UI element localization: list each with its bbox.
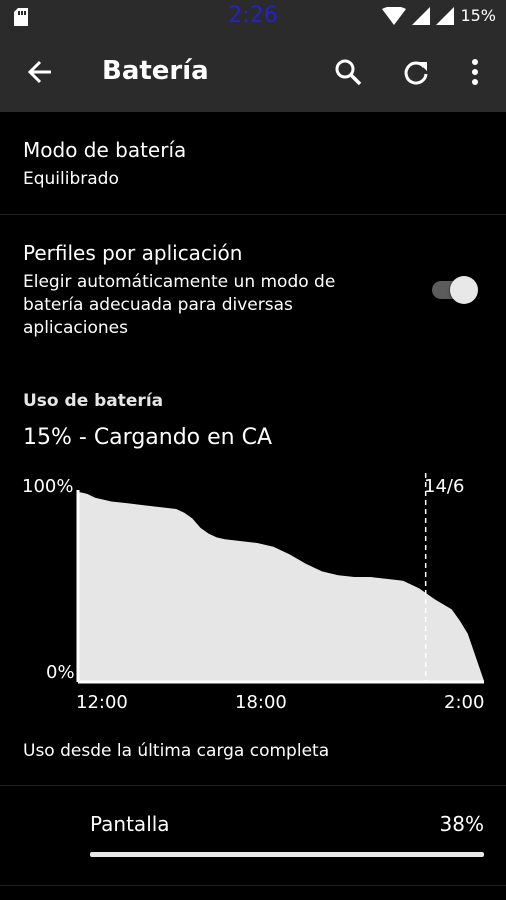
battery-status: 15% - Cargando en CA: [23, 425, 273, 450]
usage-since-label: Uso desde la última carga completa: [23, 741, 330, 761]
signal-icon-2: [436, 6, 455, 25]
battery-percent: 15%: [460, 6, 496, 25]
x-tick-200: 2:00: [444, 692, 484, 713]
wifi-icon: [382, 6, 407, 25]
status-indicators: 15%: [382, 6, 496, 25]
date-marker-label: 14/6: [424, 476, 464, 497]
battery-mode-value: Equilibrado: [23, 169, 119, 189]
app-profiles-setting[interactable]: Perfiles por aplicación Elegir automátic…: [23, 241, 403, 340]
y-tick-100: 100%: [22, 476, 73, 497]
battery-level-area: [79, 492, 484, 681]
x-tick-1800: 18:00: [235, 692, 287, 713]
refresh-icon[interactable]: [402, 58, 430, 86]
status-bar: 2:26 15%: [0, 0, 506, 36]
more-vert-icon[interactable]: [466, 58, 484, 86]
usage-item-bar: [90, 852, 484, 857]
usage-item-value: 38%: [439, 812, 484, 836]
app-profiles-description: Elegir automáticamente un modo de baterí…: [23, 272, 336, 338]
battery-mode-title: Modo de batería: [23, 138, 187, 162]
battery-chart: 100% 0% 12:00 18:00 2:00 14/6: [22, 473, 484, 713]
signal-icon: [412, 6, 431, 25]
app-profiles-title: Perfiles por aplicación: [23, 241, 243, 265]
y-tick-0: 0%: [46, 662, 75, 683]
usage-section-title: Uso de batería: [23, 391, 164, 411]
divider: [0, 785, 506, 786]
divider: [0, 885, 506, 886]
app-bar: Batería: [0, 36, 506, 112]
x-tick-1200: 12:00: [76, 692, 128, 713]
app-profiles-toggle[interactable]: [450, 276, 478, 304]
divider: [0, 214, 506, 215]
battery-mode-setting[interactable]: Modo de batería Equilibrado: [23, 138, 483, 198]
arrow-back-icon[interactable]: [26, 58, 54, 86]
usage-item-label: Pantalla: [90, 812, 170, 836]
search-icon[interactable]: [334, 58, 362, 86]
page-title: Batería: [102, 56, 209, 86]
